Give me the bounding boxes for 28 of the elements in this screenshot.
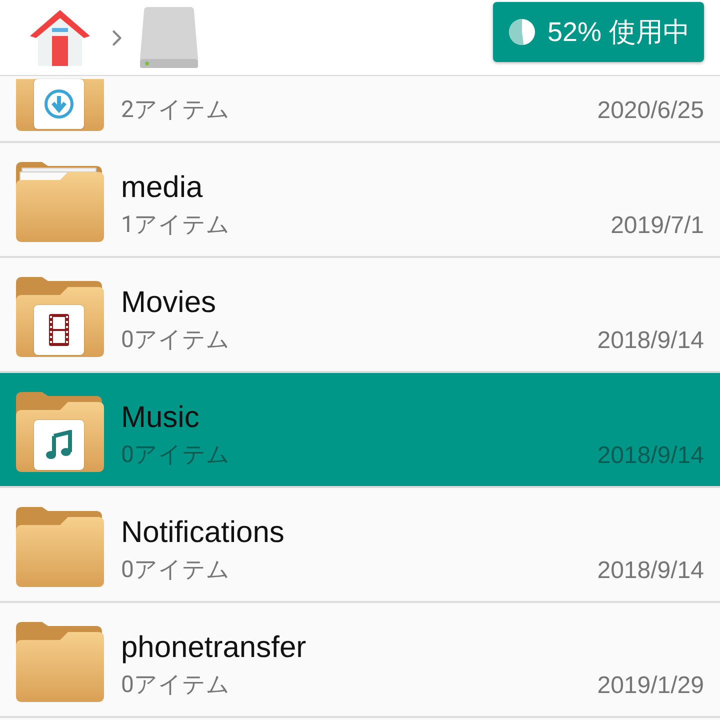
modified-date: 2019/7/1 — [610, 212, 704, 240]
folder-icon — [16, 507, 104, 587]
item-count: 0アイテム — [121, 670, 231, 700]
modified-date: 2018/9/14 — [597, 442, 704, 470]
folder-name: Notifications — [121, 515, 286, 551]
item-count: 0アイテム — [121, 555, 231, 585]
folder-name: phonetransfer — [121, 630, 308, 666]
music-note-icon — [45, 430, 73, 460]
film-icon — [48, 313, 70, 347]
storage-usage-button[interactable]: 52% 使用中 — [493, 2, 704, 62]
home-icon[interactable] — [28, 8, 92, 68]
folder-name: Movies — [121, 285, 218, 321]
folder-icon — [16, 622, 104, 702]
modified-date: 2020/6/25 — [597, 97, 704, 125]
modified-date: 2019/1/29 — [597, 672, 704, 700]
item-count: 0アイテム — [121, 325, 231, 355]
usage-pie-icon — [507, 16, 538, 46]
item-count: 1アイテム — [121, 210, 231, 240]
folder-name: media — [121, 170, 204, 206]
item-count: 0アイテム — [121, 440, 231, 470]
download-icon — [43, 88, 75, 120]
folder-row[interactable]: Music 0アイテム 2018/9/14 — [0, 373, 720, 488]
modified-date: 2018/9/14 — [597, 557, 704, 585]
folder-name: Music — [121, 400, 200, 436]
folder-row[interactable]: 2アイテム 2020/6/25 — [0, 76, 720, 143]
modified-date: 2018/9/14 — [597, 327, 704, 355]
folder-icon — [16, 162, 104, 242]
item-count: 2アイテム — [121, 95, 231, 125]
